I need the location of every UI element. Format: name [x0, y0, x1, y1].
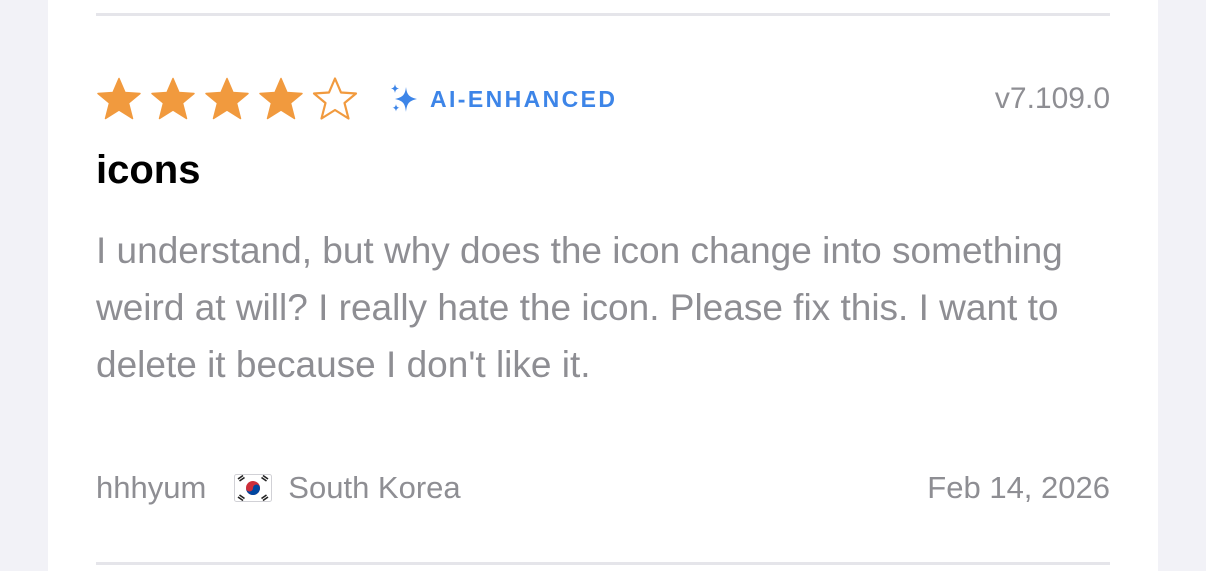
- review-date: Feb 14, 2026: [927, 470, 1110, 505]
- review-header: AI-ENHANCED v7.109.0: [96, 76, 1110, 122]
- ai-enhanced-label: AI-ENHANCED: [430, 85, 618, 112]
- review-country: South Korea: [288, 470, 461, 505]
- star-filled-icon: [258, 77, 304, 121]
- ai-enhanced-badge: AI-ENHANCED: [388, 82, 617, 116]
- sparkle-icon: [388, 82, 420, 116]
- top-divider: [96, 13, 1110, 16]
- star-outline-icon: [312, 77, 358, 121]
- review-body: I understand, but why does the icon chan…: [96, 230, 1063, 385]
- app-version: v7.109.0: [994, 82, 1110, 115]
- review-card: AI-ENHANCED v7.109.0 icons I understand,…: [48, 0, 1158, 571]
- star-filled-icon: [150, 77, 196, 121]
- review-footer: hhhyum South Korea Feb 14, 2026: [96, 466, 1110, 510]
- south-korea-flag-icon: [234, 474, 273, 502]
- star-filled-icon: [96, 77, 142, 121]
- star-filled-icon: [204, 77, 250, 121]
- bottom-divider: [96, 562, 1110, 565]
- review-author: hhhyum: [96, 470, 207, 505]
- star-rating: [96, 77, 358, 121]
- review-title: icons: [96, 148, 201, 192]
